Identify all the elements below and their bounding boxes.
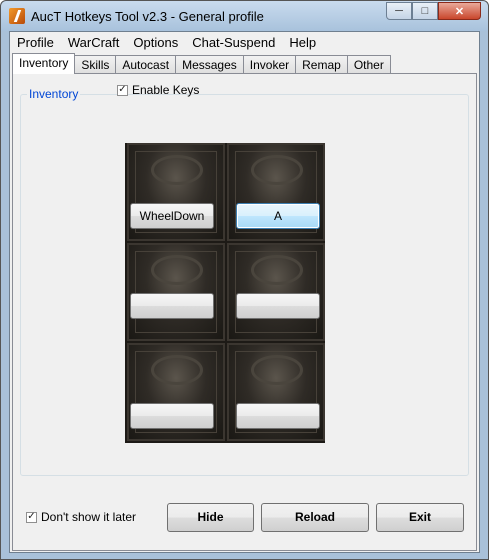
tab-other[interactable]: Other xyxy=(346,55,391,74)
inventory-slot-3-bg xyxy=(127,243,225,341)
slot-1-key-button[interactable]: WheelDown xyxy=(130,203,214,229)
app-icon xyxy=(9,8,25,24)
slot-3-key-button[interactable] xyxy=(130,293,214,319)
check-icon: ✓ xyxy=(26,511,37,523)
slot-2-key-button[interactable]: A xyxy=(236,203,320,229)
menu-profile[interactable]: Profile xyxy=(10,32,61,51)
exit-button[interactable]: Exit xyxy=(376,503,464,532)
dont-show-label: Don't show it later xyxy=(41,510,136,524)
tab-autocast[interactable]: Autocast xyxy=(115,55,177,74)
check-icon: ✓ xyxy=(117,84,128,96)
tab-messages[interactable]: Messages xyxy=(175,55,244,74)
menu-warcraft[interactable]: WarCraft xyxy=(61,32,127,51)
enable-keys-checkbox[interactable]: ✓ Enable Keys xyxy=(117,83,199,97)
app-window: AucT Hotkeys Tool v2.3 - General profile… xyxy=(0,0,489,560)
slot-5-key-button[interactable] xyxy=(130,403,214,429)
close-icon: ✕ xyxy=(454,5,465,18)
tab-inventory[interactable]: Inventory xyxy=(12,53,76,74)
slot-6-key-button[interactable] xyxy=(236,403,320,429)
tab-skills[interactable]: Skills xyxy=(74,55,117,74)
reload-button[interactable]: Reload xyxy=(261,503,369,532)
maximize-button[interactable]: □ xyxy=(412,2,438,20)
tab-invoker[interactable]: Invoker xyxy=(242,55,297,74)
tab-strip: Inventory Skills Autocast Messages Invok… xyxy=(12,53,391,74)
menu-help[interactable]: Help xyxy=(282,32,323,51)
window-controls: ─ □ ✕ xyxy=(386,2,481,20)
window-title: AucT Hotkeys Tool v2.3 - General profile xyxy=(31,9,264,24)
title-bar[interactable]: AucT Hotkeys Tool v2.3 - General profile… xyxy=(1,1,488,31)
menu-chat-suspend[interactable]: Chat-Suspend xyxy=(185,32,282,51)
close-button[interactable]: ✕ xyxy=(438,2,481,20)
maximize-icon: □ xyxy=(421,5,429,17)
tab-remap[interactable]: Remap xyxy=(295,55,348,74)
menu-options[interactable]: Options xyxy=(126,32,185,51)
inventory-slot-4-bg xyxy=(227,243,325,341)
hide-button[interactable]: Hide xyxy=(167,503,254,532)
enable-keys-label: Enable Keys xyxy=(132,83,200,97)
slot-4-key-button[interactable] xyxy=(236,293,320,319)
minimize-icon: ─ xyxy=(395,5,403,17)
minimize-button[interactable]: ─ xyxy=(386,2,412,20)
menu-bar: Profile WarCraft Options Chat-Suspend He… xyxy=(10,32,479,51)
inventory-group-title: Inventory xyxy=(27,87,81,101)
dont-show-checkbox[interactable]: ✓ Don't show it later xyxy=(26,510,136,524)
